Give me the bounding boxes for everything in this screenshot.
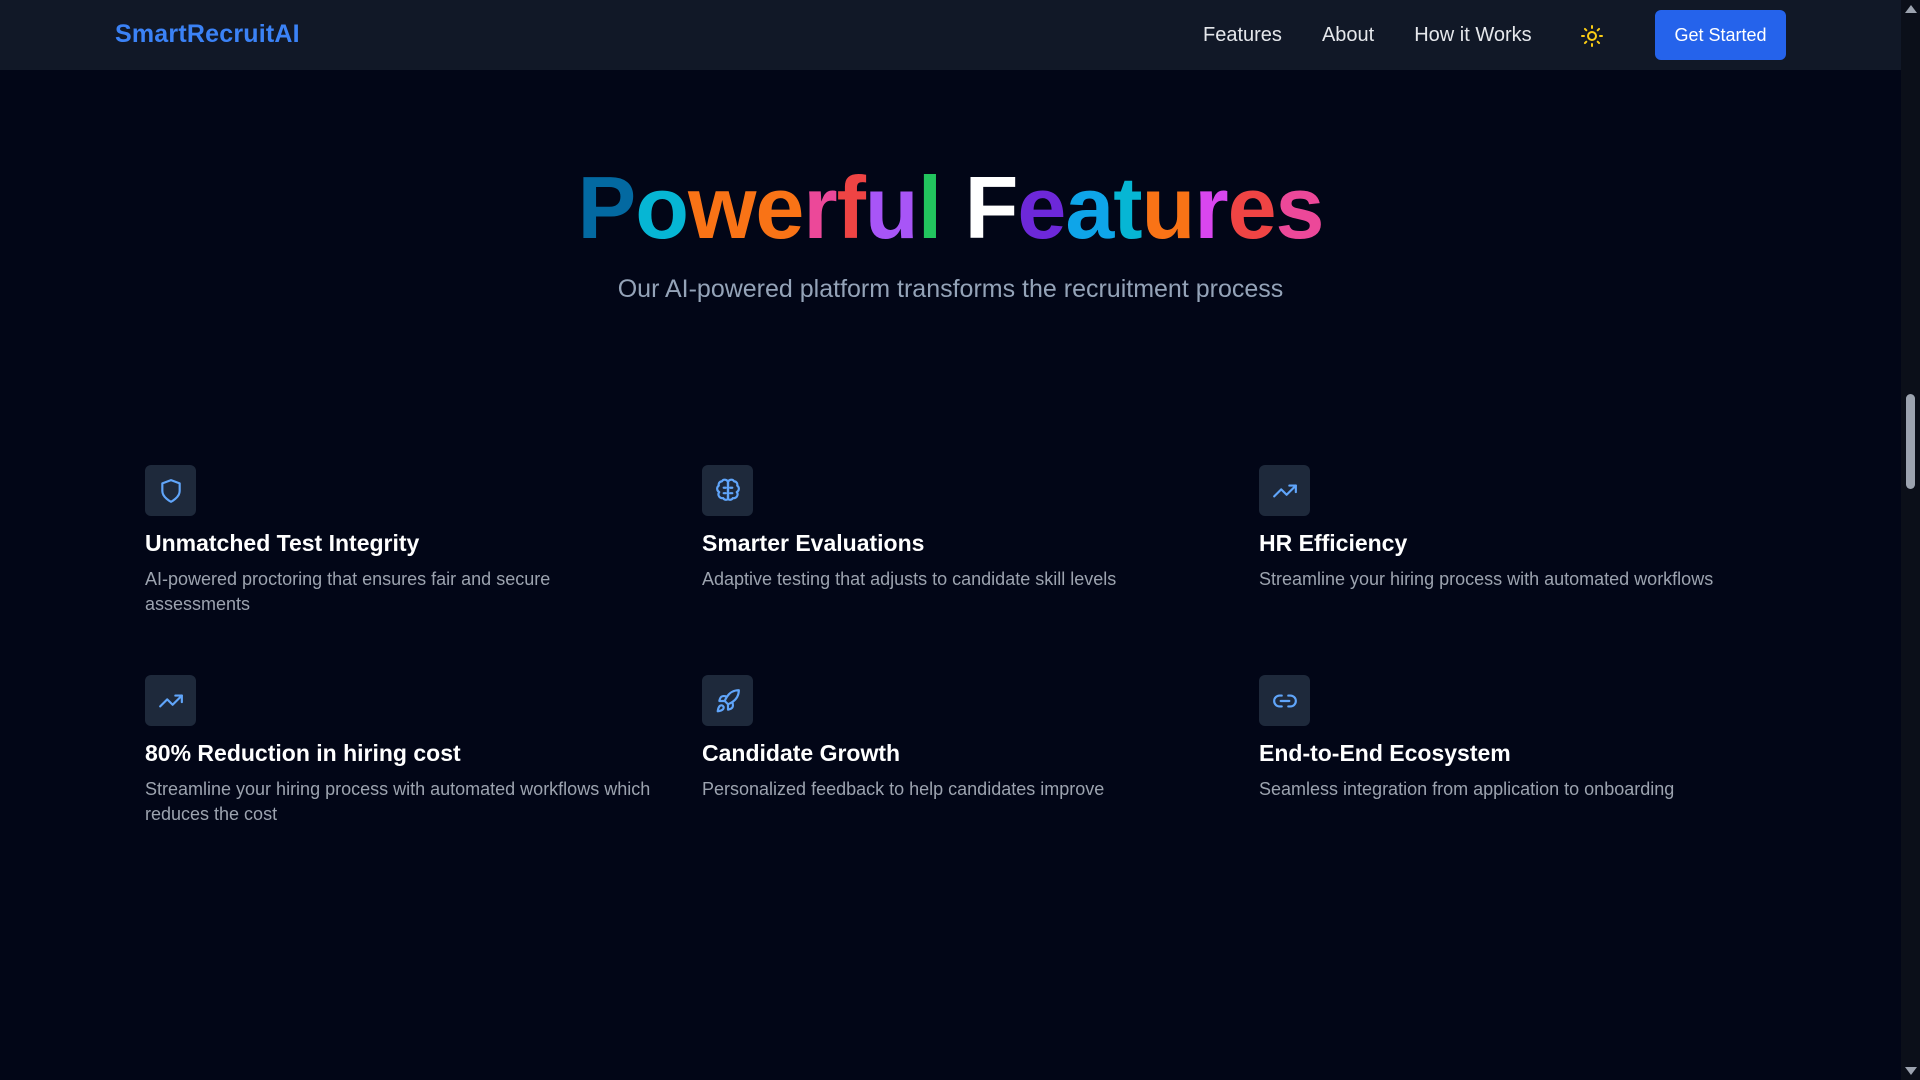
feature-title: Candidate Growth [702,740,901,766]
feature-description: Personalized feedback to help candidates… [702,779,1105,799]
nav-link-how-it-works[interactable]: How it Works [1414,24,1531,47]
nav-link-about[interactable]: About [1322,24,1374,47]
scrollbar[interactable] [1901,0,1920,1080]
scroll-thumb[interactable] [1906,394,1915,489]
features-grid: Unmatched Test Integrity AI-powered proc… [145,465,1816,827]
hero-title-char: P [577,158,636,257]
feature-description: AI-powered proctoring that ensures fair … [145,569,551,614]
feature-title: End-to-End Ecosystem [1259,740,1511,766]
rocket-icon [716,688,740,712]
feature-icon-box [145,675,196,726]
hero-title-char: e [1227,158,1277,257]
feature-title: HR Efficiency [1259,530,1408,556]
feature-icon-box [145,465,196,516]
feature-description: Adaptive testing that adjusts to candida… [702,569,1117,589]
hero-title: Powerful Features [0,158,1901,257]
feature-card: Unmatched Test Integrity AI-powered proc… [145,465,655,617]
hero-title-char: s [1275,158,1325,257]
nav-link-features[interactable]: Features [1203,24,1282,47]
feature-card: 80% Reduction in hiring cost Streamline … [145,675,655,827]
nav-links: Features About How it Works [1203,24,1532,47]
feature-description: Streamline your hiring process with auto… [145,779,651,824]
trending-up-icon [158,694,183,707]
feature-description: Streamline your hiring process with auto… [1259,569,1714,589]
feature-description: Seamless integration from application to… [1259,779,1675,799]
feature-icon-box [702,675,753,726]
hero-title-char: e [755,158,804,257]
sun-icon [1581,25,1603,47]
hero-title-char [941,160,964,257]
hero-title-char: a [1065,158,1114,257]
navbar: SmartRecruitAI Features About How it Wor… [0,0,1901,70]
hero-title-char: r [1194,158,1228,257]
hero-title-char: e [1017,158,1066,257]
get-started-button[interactable]: Get Started [1655,10,1786,60]
scroll-down-arrow-icon[interactable] [1905,1067,1917,1075]
feature-title: Unmatched Test Integrity [145,530,420,556]
hero-title-char: t [1113,158,1142,257]
hero-subtitle: Our AI-powered platform transforms the r… [617,275,1284,303]
feature-card: Smarter Evaluations Adaptive testing tha… [702,465,1212,617]
feature-card: End-to-End Ecosystem Seamless integratio… [1259,675,1769,827]
link-icon [1272,694,1297,707]
feature-title: Smarter Evaluations [702,530,925,556]
feature-icon-box [1259,675,1310,726]
theme-toggle-button[interactable] [1578,22,1606,50]
feature-icon-box [1259,465,1310,516]
hero-title-char: o [635,158,689,257]
hero-title-char: f [836,158,866,257]
feature-card: HR Efficiency Streamline your hiring pro… [1259,465,1769,617]
feature-icon-box [702,465,753,516]
hero-title-char: r [803,158,837,257]
hero-title-char: u [864,158,919,257]
feature-title: 80% Reduction in hiring cost [145,740,461,766]
brand-logo[interactable]: SmartRecruitAI [115,20,300,49]
trending-up-icon [1272,484,1297,497]
feature-card: Candidate Growth Personalized feedback t… [702,675,1212,827]
scroll-up-arrow-icon[interactable] [1905,5,1917,13]
hero-title-char: l [917,158,942,257]
shield-icon [160,478,181,503]
brain-icon [715,478,740,501]
hero-title-char: w [687,158,756,257]
page: SmartRecruitAI Features About How it Wor… [0,0,1920,1080]
hero-title-char: u [1141,158,1196,257]
hero-title-char: F [964,158,1019,257]
